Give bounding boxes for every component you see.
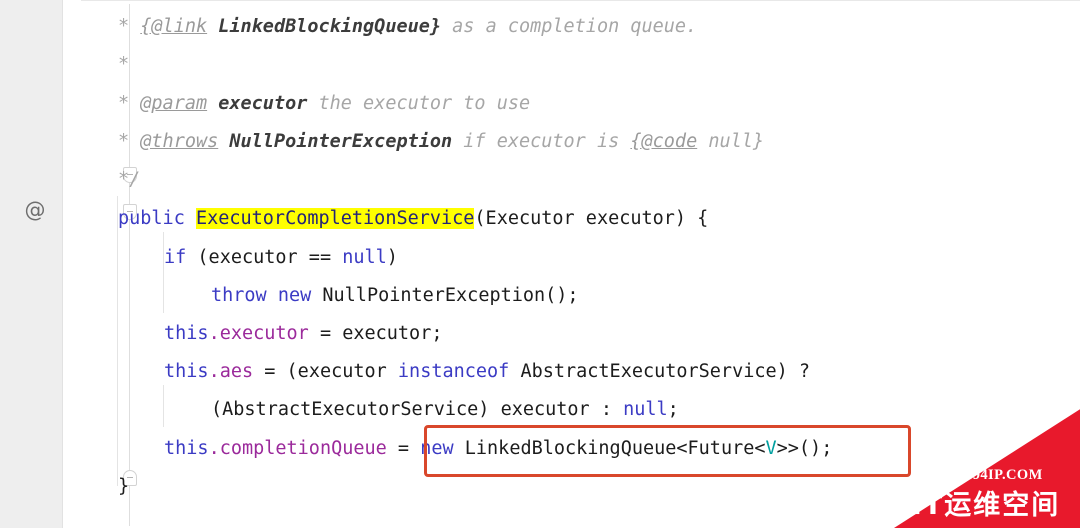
code-token: instanceof bbox=[397, 361, 521, 382]
code-token: if executor is bbox=[452, 131, 631, 152]
indent-guide bbox=[117, 196, 118, 486]
code-token: public bbox=[118, 208, 196, 229]
code-token: ) bbox=[386, 247, 398, 268]
code-token: this bbox=[164, 323, 209, 344]
code-token: this bbox=[164, 438, 209, 459]
code-token: (AbstractExecutorService) executor : bbox=[211, 399, 624, 420]
code-line[interactable]: this.aes = (executor instanceof Abstract… bbox=[164, 353, 810, 391]
code-token: ; bbox=[667, 399, 679, 420]
code-line[interactable]: public ExecutorCompletionService(Executo… bbox=[118, 200, 708, 238]
code-token: {@link bbox=[140, 16, 208, 37]
code-token: * bbox=[118, 93, 141, 114]
code-token: null bbox=[623, 399, 668, 420]
code-token: = executor; bbox=[308, 323, 443, 344]
code-line[interactable]: * @throws NullPointerException if execut… bbox=[118, 123, 764, 161]
code-token: @param bbox=[140, 93, 208, 114]
code-token: */ bbox=[118, 169, 141, 190]
code-token: throw new bbox=[211, 285, 323, 306]
code-token: null} bbox=[697, 131, 765, 152]
code-token: as a completion queue. bbox=[441, 16, 698, 37]
code-line[interactable]: throw new NullPointerException(); bbox=[211, 277, 579, 315]
code-editor[interactable]: @ * {@link LinkedBlockingQueue} as a com… bbox=[0, 0, 1080, 528]
code-token: * bbox=[118, 131, 141, 152]
code-token: .aes bbox=[208, 361, 254, 382]
code-token: * bbox=[118, 16, 141, 37]
code-token: ExecutorCompletionService bbox=[195, 208, 475, 229]
code-token: LinkedBlockingQueue} bbox=[218, 16, 442, 37]
code-token: @throws bbox=[140, 131, 219, 152]
code-token: AbstractExecutorService) ? bbox=[520, 361, 811, 382]
code-line[interactable]: if (executor == null) bbox=[164, 239, 398, 277]
code-token: NullPointerException bbox=[229, 131, 453, 152]
code-line[interactable]: this.executor = executor; bbox=[164, 315, 442, 353]
code-token: = (executor bbox=[253, 361, 398, 382]
code-token: (executor == bbox=[197, 247, 343, 268]
code-token: the executor to use bbox=[307, 93, 531, 114]
code-token: = bbox=[386, 438, 421, 459]
code-token: if bbox=[164, 247, 198, 268]
code-token: } bbox=[118, 476, 130, 497]
red-highlight-callout-box bbox=[424, 425, 911, 477]
code-token: NullPointerException(); bbox=[322, 285, 579, 306]
code-line[interactable]: * {@link LinkedBlockingQueue} as a compl… bbox=[118, 8, 697, 46]
indent-guide bbox=[163, 385, 164, 427]
code-line[interactable]: */ bbox=[118, 161, 140, 199]
code-line[interactable]: * @param executor the executor to use bbox=[118, 85, 530, 123]
code-token: executor bbox=[218, 93, 308, 114]
code-token: {@code bbox=[630, 131, 698, 152]
code-line[interactable]: * bbox=[118, 46, 129, 84]
code-line[interactable]: } bbox=[118, 468, 129, 506]
code-line[interactable]: (AbstractExecutorService) executor : nul… bbox=[211, 391, 679, 429]
code-token: .executor bbox=[208, 323, 309, 344]
code-token: .completionQueue bbox=[208, 438, 387, 459]
code-token: null bbox=[342, 247, 387, 268]
code-token: this bbox=[164, 361, 209, 382]
indent-guide bbox=[163, 271, 164, 313]
code-token: (Executor executor) { bbox=[474, 208, 709, 229]
code-token: * bbox=[118, 54, 130, 75]
